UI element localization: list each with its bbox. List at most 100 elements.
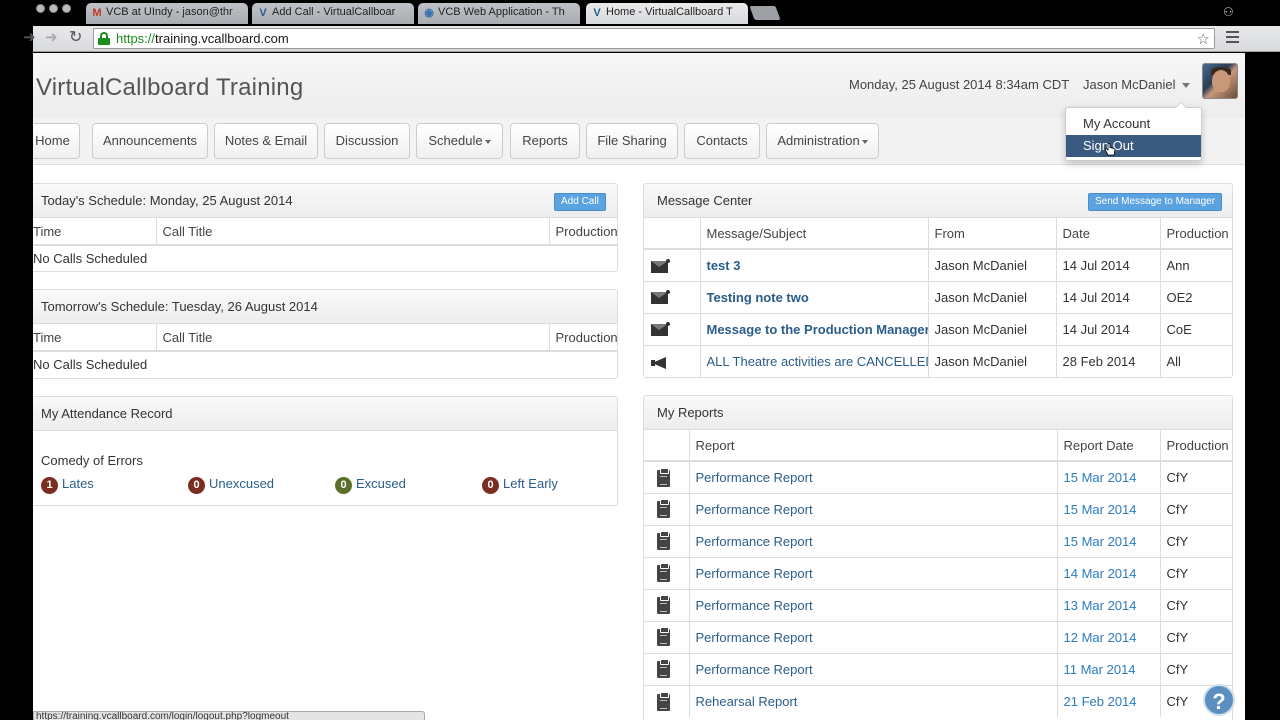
- table-row[interactable]: Rehearsal Report 21 Feb 2014 CfY: [644, 684, 1232, 717]
- table-row[interactable]: Testing note two Jason McDaniel 14 Jul 2…: [644, 280, 1232, 313]
- attendance-unexcused[interactable]: 0 Unexcused: [188, 476, 274, 494]
- message-subject-link[interactable]: Testing note two: [707, 290, 809, 305]
- count-badge: 0: [335, 477, 352, 494]
- nav-administration-label: Administration: [777, 133, 860, 148]
- empty-schedule-text: No Calls Scheduled: [33, 244, 617, 271]
- reports-table: Report Report Date Production Performanc…: [644, 430, 1232, 717]
- table-row[interactable]: Performance Report 15 Mar 2014 CfY: [644, 524, 1232, 557]
- attendance-left-early[interactable]: 0 Left Early: [482, 476, 558, 494]
- person-icon[interactable]: ⚇: [1223, 5, 1235, 19]
- report-link[interactable]: Performance Report: [696, 566, 813, 581]
- browser-tab-gmail[interactable]: M VCB at UIndy - jason@thr: [86, 3, 248, 24]
- attendance-excused[interactable]: 0 Excused: [335, 476, 406, 494]
- nav-schedule[interactable]: Schedule: [416, 123, 503, 159]
- zoom-window-icon[interactable]: [62, 4, 71, 13]
- attendance-label: Unexcused: [209, 476, 275, 491]
- attendance-production: Comedy of Errors: [41, 453, 143, 468]
- send-message-button[interactable]: Send Message to Manager: [1088, 193, 1223, 211]
- nav-announcements[interactable]: Announcements: [92, 123, 208, 159]
- report-link[interactable]: Performance Report: [696, 502, 813, 517]
- message-table: Message/Subject From Date Production tes…: [644, 218, 1232, 377]
- reload-icon[interactable]: ↻: [69, 30, 82, 46]
- report-link[interactable]: Performance Report: [696, 598, 813, 613]
- tab-title: VCB at UIndy - jason@thr: [106, 6, 233, 18]
- nav-home[interactable]: Home: [33, 123, 80, 159]
- table-row[interactable]: ALL Theatre activities are CANCELLED Jas…: [644, 344, 1232, 377]
- browser-tab-home[interactable]: V Home - VirtualCallboard T: [586, 3, 748, 24]
- table-row[interactable]: Performance Report 12 Mar 2014 CfY: [644, 620, 1232, 653]
- url-text: https://training.vcallboard.com: [116, 31, 289, 46]
- forward-arrow-icon[interactable]: ➜: [45, 30, 58, 46]
- count-badge: 0: [482, 477, 499, 494]
- browser-tab-add-call[interactable]: V Add Call - VirtualCallboar: [252, 3, 414, 24]
- message-subject-link[interactable]: ALL Theatre activities are CANCELLED: [707, 354, 929, 369]
- column-header-subject[interactable]: Message/Subject: [699, 218, 928, 250]
- nav-notes-email[interactable]: Notes & Email: [214, 123, 318, 159]
- add-call-button[interactable]: Add Call: [554, 193, 606, 211]
- vcb-icon: V: [593, 7, 601, 19]
- report-date: 11 Mar 2014: [1056, 652, 1160, 685]
- site-title[interactable]: VirtualCallboard Training: [36, 74, 303, 102]
- column-header-report[interactable]: Report: [688, 430, 1057, 462]
- table-row[interactable]: Performance Report 15 Mar 2014 CfY: [644, 460, 1232, 493]
- address-bar[interactable]: https://training.vcallboard.com ☆: [93, 28, 1215, 49]
- column-header-report-date[interactable]: Report Date: [1056, 430, 1160, 462]
- help-button[interactable]: ?: [1203, 684, 1235, 716]
- user-dropdown-menu: My Account Sign Out: [1065, 102, 1202, 161]
- column-header-production[interactable]: Production: [548, 324, 617, 352]
- user-menu-toggle[interactable]: Jason McDaniel: [1083, 77, 1190, 92]
- avatar[interactable]: [1202, 63, 1238, 99]
- message-from: Jason McDaniel: [927, 280, 1056, 313]
- message-center-title: Message Center: [657, 193, 753, 208]
- column-header-icon: [644, 218, 700, 250]
- envelope-icon: [650, 321, 670, 337]
- nav-file-sharing[interactable]: File Sharing: [586, 123, 678, 159]
- sign-out-menu-item[interactable]: Sign Out: [1066, 135, 1201, 157]
- report-production: CfY: [1159, 492, 1232, 525]
- report-link[interactable]: Performance Report: [696, 662, 813, 677]
- column-header-call-title[interactable]: Call Title: [155, 218, 549, 246]
- message-subject-link[interactable]: Message to the Production Manager: [707, 322, 929, 337]
- column-header-time[interactable]: Time: [33, 324, 156, 352]
- table-row[interactable]: Performance Report 13 Mar 2014 CfY: [644, 588, 1232, 621]
- attendance-lates[interactable]: 1 Lates: [41, 476, 94, 494]
- report-link[interactable]: Performance Report: [696, 630, 813, 645]
- report-production: CfY: [1159, 620, 1232, 653]
- report-link[interactable]: Performance Report: [696, 470, 813, 485]
- close-window-icon[interactable]: [36, 4, 45, 13]
- column-header-production[interactable]: Production: [1159, 218, 1232, 250]
- status-bar-url: https://training.vcallboard.com/login/lo…: [33, 711, 425, 720]
- tomorrow-schedule-table: Time Call Title Production No Calls Sche…: [33, 324, 617, 377]
- nav-administration[interactable]: Administration: [766, 123, 879, 159]
- column-header-time[interactable]: Time: [33, 218, 156, 246]
- message-center-panel: Message Center Send Message to Manager M…: [643, 183, 1233, 378]
- new-tab-button[interactable]: [749, 6, 781, 20]
- nav-contacts[interactable]: Contacts: [684, 123, 760, 159]
- bookmark-star-icon[interactable]: ☆: [1197, 30, 1210, 48]
- table-row[interactable]: Performance Report 15 Mar 2014 CfY: [644, 492, 1232, 525]
- browser-menu-icon[interactable]: [1226, 31, 1239, 43]
- tab-title: Add Call - VirtualCallboar: [272, 6, 396, 18]
- table-row[interactable]: Performance Report 11 Mar 2014 CfY: [644, 652, 1232, 685]
- report-link[interactable]: Rehearsal Report: [696, 694, 798, 709]
- browser-tab-vcb-web[interactable]: ◉ VCB Web Application - Th: [418, 3, 580, 24]
- gmail-icon: M: [92, 7, 102, 19]
- table-row[interactable]: test 3 Jason McDaniel 14 Jul 2014 Ann: [644, 248, 1232, 281]
- minimize-window-icon[interactable]: [49, 4, 58, 13]
- column-header-date[interactable]: Date: [1055, 218, 1160, 250]
- nav-discussion[interactable]: Discussion: [324, 123, 410, 159]
- report-link[interactable]: Performance Report: [696, 534, 813, 549]
- table-row[interactable]: Message to the Production Manager Jason …: [644, 312, 1232, 345]
- column-header-call-title[interactable]: Call Title: [155, 324, 549, 352]
- my-account-menu-item[interactable]: My Account: [1066, 113, 1201, 135]
- table-row[interactable]: Performance Report 14 Mar 2014 CfY: [644, 556, 1232, 589]
- nav-reports[interactable]: Reports: [510, 123, 580, 159]
- message-subject-link[interactable]: test 3: [707, 258, 741, 273]
- column-header-from[interactable]: From: [927, 218, 1056, 250]
- report-production: CfY: [1159, 524, 1232, 557]
- column-header-production[interactable]: Production: [548, 218, 617, 246]
- report-production: CfY: [1159, 652, 1232, 685]
- clipboard-icon: [655, 499, 675, 519]
- column-header-production[interactable]: Production: [1159, 430, 1232, 462]
- back-arrow-icon[interactable]: ➜: [23, 30, 36, 46]
